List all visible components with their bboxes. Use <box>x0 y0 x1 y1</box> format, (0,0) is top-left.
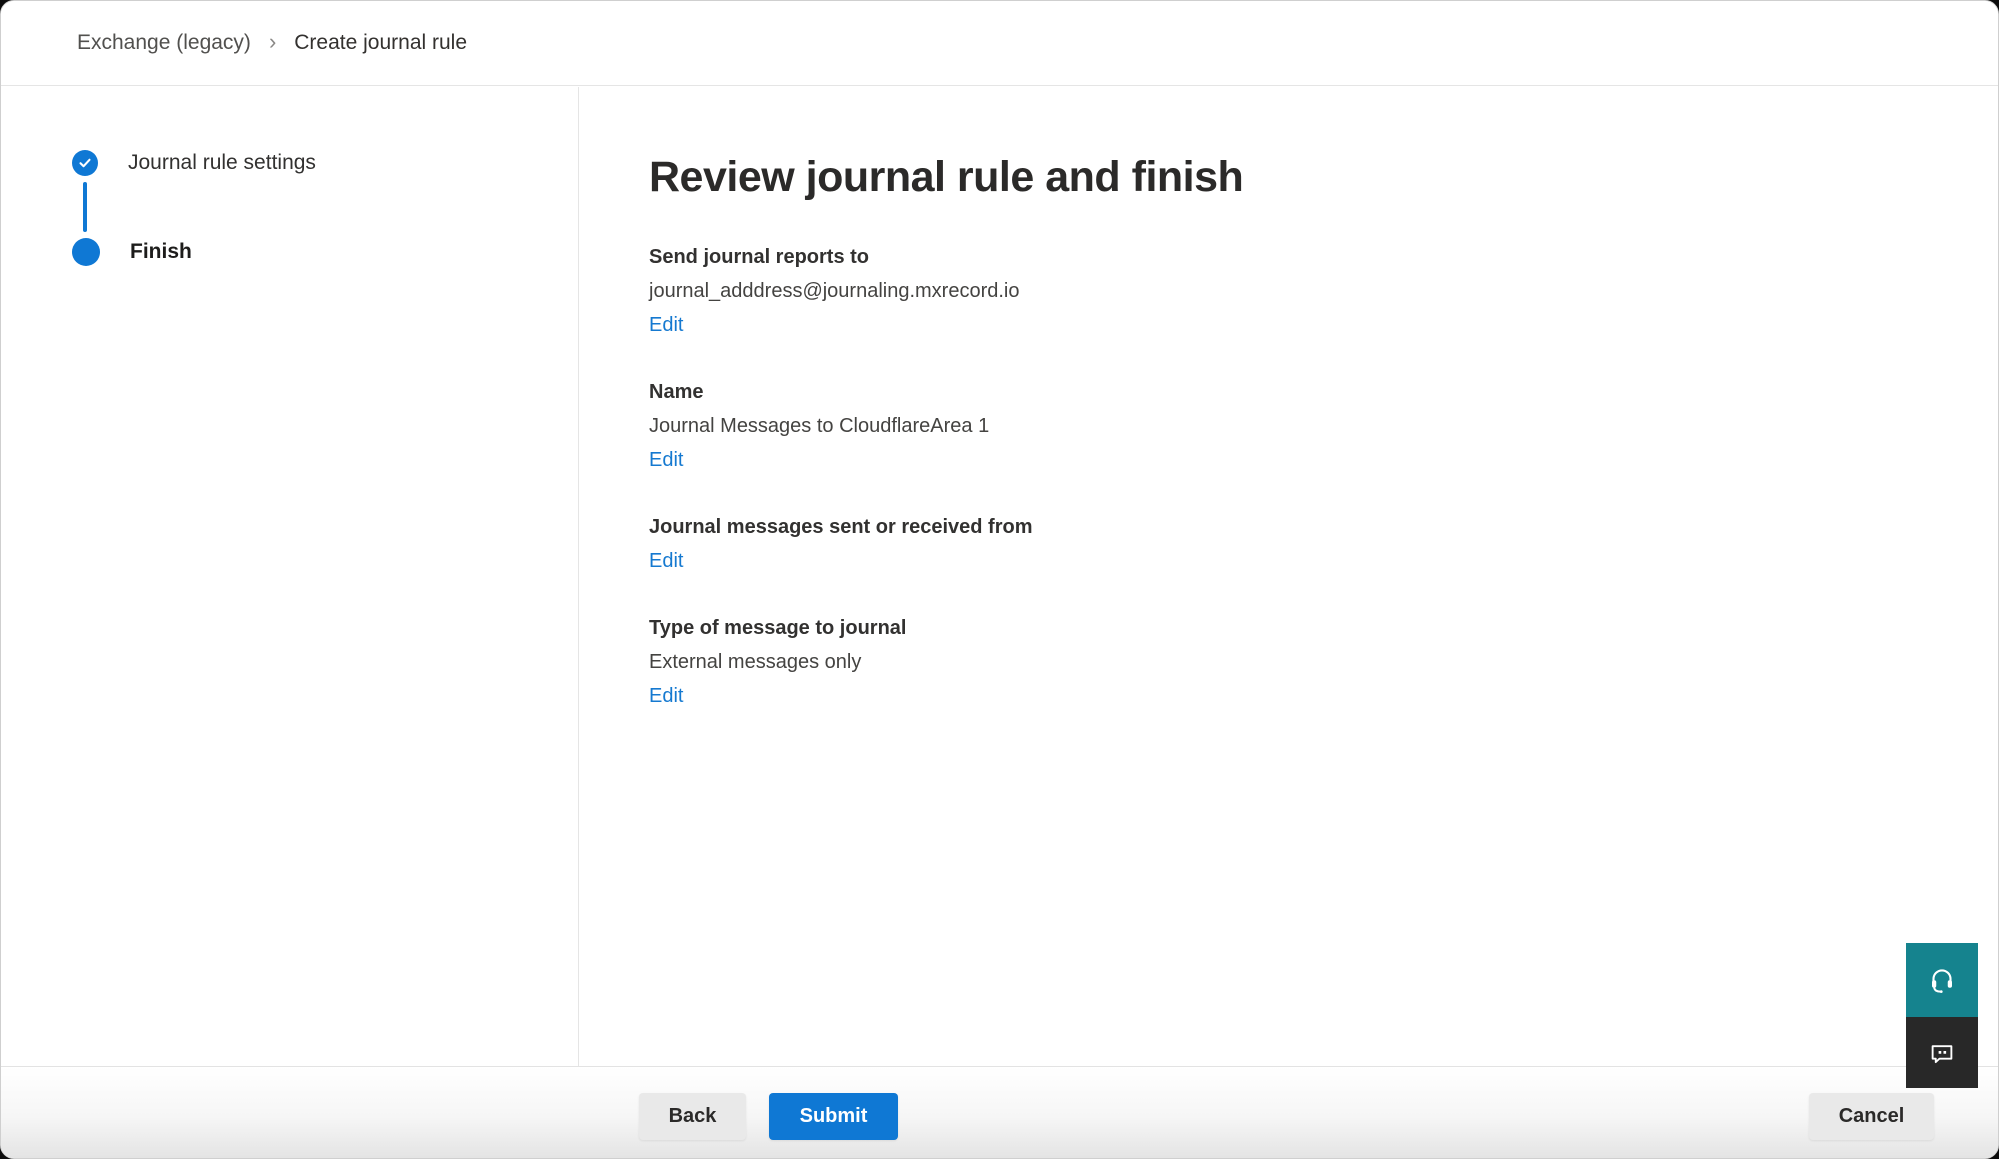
cancel-button[interactable]: Cancel <box>1809 1093 1934 1140</box>
headset-icon <box>1927 965 1957 995</box>
chat-feedback-icon <box>1927 1038 1957 1068</box>
wizard-step-finish[interactable]: Finish <box>72 238 578 266</box>
breadcrumb-bar: Exchange (legacy) › Create journal rule <box>1 1 1998 86</box>
exchange-admin-window: Exchange (legacy) › Create journal rule … <box>0 0 1999 1159</box>
edit-journal-address-link[interactable]: Edit <box>649 308 683 342</box>
journal-address-value: journal_adddress@journaling.mxrecord.io <box>649 274 1938 308</box>
step-current-dot-icon <box>72 238 100 266</box>
wizard-connector-line <box>83 182 87 232</box>
breadcrumb-current-page: Create journal rule <box>294 31 467 55</box>
message-type-value: External messages only <box>649 645 1938 679</box>
step-label-finish: Finish <box>130 240 192 264</box>
section-label: Name <box>649 375 1938 409</box>
step-completed-check-icon <box>72 150 98 176</box>
breadcrumb-exchange-legacy-link[interactable]: Exchange (legacy) <box>77 31 251 55</box>
wizard-steps-sidebar: Journal rule settings Finish <box>1 87 579 1066</box>
review-sections: Send journal reports to journal_adddress… <box>649 240 1938 713</box>
breadcrumb-chevron-icon: › <box>269 31 276 53</box>
rule-name-value: Journal Messages to CloudflareArea 1 <box>649 409 1938 443</box>
review-section-message-type: Type of message to journal External mess… <box>649 611 1938 713</box>
review-section-send-journal-reports-to: Send journal reports to journal_adddress… <box>649 240 1938 342</box>
wizard-step-journal-rule-settings[interactable]: Journal rule settings <box>72 150 578 176</box>
page-title: Review journal rule and finish <box>649 149 1938 205</box>
feedback-button[interactable] <box>1906 1017 1978 1088</box>
review-panel: Review journal rule and finish Send jour… <box>579 87 1998 1066</box>
edit-journal-scope-link[interactable]: Edit <box>649 544 683 578</box>
edit-message-type-link[interactable]: Edit <box>649 679 683 713</box>
step-label-journal-rule-settings: Journal rule settings <box>128 151 316 175</box>
section-label: Type of message to journal <box>649 611 1938 645</box>
edit-name-link[interactable]: Edit <box>649 443 683 477</box>
back-button[interactable]: Back <box>639 1093 746 1140</box>
wizard-body: Journal rule settings Finish Review jour… <box>1 87 1998 1066</box>
review-section-name: Name Journal Messages to CloudflareArea … <box>649 375 1938 477</box>
submit-button[interactable]: Submit <box>769 1093 898 1140</box>
review-section-journal-scope: Journal messages sent or received from E… <box>649 510 1938 578</box>
section-label: Journal messages sent or received from <box>649 510 1938 544</box>
action-bar: Back Submit Cancel <box>1 1066 1998 1158</box>
breadcrumb: Exchange (legacy) › Create journal rule <box>77 31 467 55</box>
help-button[interactable] <box>1906 943 1978 1017</box>
section-label: Send journal reports to <box>649 240 1938 274</box>
